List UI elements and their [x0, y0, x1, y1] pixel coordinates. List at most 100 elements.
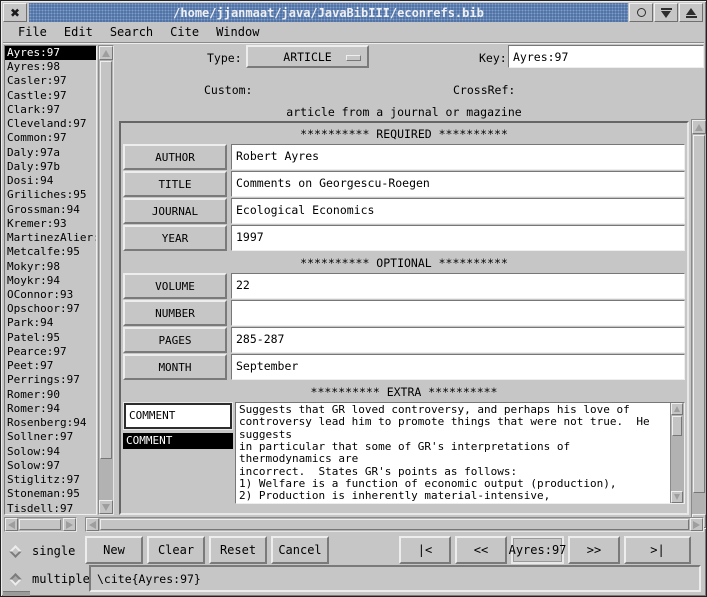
scroll-up-button[interactable]	[671, 403, 683, 415]
list-item[interactable]: Dosi:94	[5, 174, 96, 188]
field-value-input[interactable]: September	[231, 354, 685, 380]
scroll-right-button[interactable]	[690, 518, 703, 531]
list-item[interactable]: Opschoor:97	[5, 302, 96, 316]
list-item[interactable]: Tisdell:97	[5, 502, 96, 516]
scrollbar-thumb[interactable]	[672, 416, 682, 436]
field-value-input[interactable]: 285-287	[231, 327, 685, 353]
list-item[interactable]: Metcalfe:95	[5, 245, 96, 259]
scrollbar-thumb[interactable]	[100, 61, 112, 459]
cancel-button[interactable]: Cancel	[271, 536, 329, 564]
menu-item[interactable]: Cite	[168, 24, 201, 40]
new-button[interactable]: New	[85, 536, 143, 564]
list-item[interactable]: Mokyr:98	[5, 260, 96, 274]
minimize-button[interactable]	[654, 3, 678, 22]
extra-field-item[interactable]: COMMENT	[123, 433, 233, 449]
field-value-input[interactable]	[231, 300, 685, 326]
list-item[interactable]: Common:97	[5, 131, 96, 145]
scroll-left-button[interactable]	[86, 518, 99, 531]
comment-textarea[interactable]: Suggests that GR loved controversy, and …	[236, 403, 670, 503]
action-buttons: New Clear Reset Cancel	[85, 536, 329, 564]
field-label-button[interactable]: TITLE	[123, 171, 227, 197]
field-label-button[interactable]: YEAR	[123, 225, 227, 251]
scroll-up-button[interactable]	[99, 46, 113, 60]
reset-button[interactable]: Reset	[209, 536, 267, 564]
list-item[interactable]: Park:94	[5, 316, 96, 330]
list-item[interactable]: Stoneman:95	[5, 487, 96, 501]
scrollbar-thumb[interactable]	[693, 135, 705, 493]
comment-vscrollbar[interactable]	[670, 403, 684, 503]
scrollbar-thumb[interactable]	[100, 519, 689, 530]
list-item[interactable]: Sollner:97	[5, 430, 96, 444]
close-button[interactable]: ✖	[3, 3, 27, 22]
list-item[interactable]: Moykr:94	[5, 274, 96, 288]
reference-list-hscrollbar[interactable]	[4, 517, 77, 532]
left-arrow-icon	[89, 521, 96, 529]
field-value-input[interactable]: Ecological Economics	[231, 198, 685, 224]
field-label-button[interactable]: JOURNAL	[123, 198, 227, 224]
maximize-button[interactable]	[679, 3, 703, 22]
prev-entry-button[interactable]: <<	[455, 536, 507, 564]
list-item[interactable]: Griliches:95	[5, 188, 96, 202]
menu-item[interactable]: Search	[108, 24, 155, 40]
list-item[interactable]: Casler:97	[5, 74, 96, 88]
resize-handle[interactable]	[3, 591, 30, 596]
field-value-input[interactable]: 1997	[231, 225, 685, 251]
panel-vscrollbar[interactable]	[691, 119, 707, 529]
first-entry-button[interactable]: |<	[399, 536, 451, 564]
scroll-down-button[interactable]	[671, 491, 683, 503]
list-item[interactable]: Pearce:97	[5, 345, 96, 359]
list-item[interactable]: Daly:97a	[5, 146, 96, 160]
list-item[interactable]: Romer:94	[5, 402, 96, 416]
extra-field-name-input[interactable]: COMMENT	[124, 403, 232, 429]
field-value-input[interactable]: Comments on Georgescu-Roegen	[231, 171, 685, 197]
scroll-right-button[interactable]	[63, 518, 76, 531]
scroll-up-button[interactable]	[692, 120, 706, 134]
window-menu-button[interactable]	[629, 3, 653, 22]
list-item[interactable]: Stiglitz:97	[5, 473, 96, 487]
list-item[interactable]: Daly:97b	[5, 160, 96, 174]
field-label-button[interactable]: VOLUME	[123, 273, 227, 299]
list-item[interactable]: OConnor:93	[5, 288, 96, 302]
scrollbar-thumb[interactable]	[19, 519, 61, 530]
field-value-input[interactable]: Robert Ayres	[231, 144, 685, 170]
list-item[interactable]: Patel:95	[5, 331, 96, 345]
field-label-button[interactable]: MONTH	[123, 354, 227, 380]
field-label-button[interactable]: AUTHOR	[123, 144, 227, 170]
single-mode-radio[interactable]: single	[11, 544, 75, 558]
nav-current-entry[interactable]: Ayres:97	[511, 536, 564, 564]
list-item[interactable]: Grossman:94	[5, 203, 96, 217]
menu-item[interactable]: Window	[214, 24, 261, 40]
field-row: VOLUME 22	[123, 273, 685, 299]
field-label-button[interactable]: NUMBER	[123, 300, 227, 326]
list-item[interactable]: MartinezAlier:9	[5, 231, 96, 245]
key-input[interactable]: Ayres:97	[508, 45, 704, 68]
scroll-left-button[interactable]	[5, 518, 18, 531]
panel-hscrollbar[interactable]	[85, 517, 704, 532]
extra-field-list: COMMENT	[123, 433, 233, 449]
multiple-mode-radio[interactable]: multiple	[11, 572, 90, 586]
cite-command-input[interactable]: \cite{Ayres:97}	[89, 565, 701, 592]
type-dropdown[interactable]: ARTICLE	[246, 45, 369, 68]
scroll-down-button[interactable]	[99, 500, 113, 514]
list-item[interactable]: Romer:90	[5, 388, 96, 402]
titlebar-drag-area[interactable]: /home/jjanmaat/java/JavaBibIII/econrefs.…	[29, 3, 628, 22]
menu-item[interactable]: Edit	[62, 24, 95, 40]
list-item[interactable]: Ayres:97	[5, 46, 96, 60]
list-item[interactable]: Solow:94	[5, 445, 96, 459]
list-item[interactable]: Kremer:93	[5, 217, 96, 231]
clear-button[interactable]: Clear	[147, 536, 205, 564]
reference-list-vscrollbar[interactable]	[98, 45, 114, 515]
last-entry-button[interactable]: >|	[624, 536, 691, 564]
list-item[interactable]: Clark:97	[5, 103, 96, 117]
list-item[interactable]: Rosenberg:94	[5, 416, 96, 430]
list-item[interactable]: Solow:97	[5, 459, 96, 473]
menu-item[interactable]: File	[16, 24, 49, 40]
list-item[interactable]: Peet:97	[5, 359, 96, 373]
field-label-button[interactable]: PAGES	[123, 327, 227, 353]
list-item[interactable]: Ayres:98	[5, 60, 96, 74]
list-item[interactable]: Castle:97	[5, 89, 96, 103]
list-item[interactable]: Perrings:97	[5, 373, 96, 387]
next-entry-button[interactable]: >>	[568, 536, 620, 564]
field-value-input[interactable]: 22	[231, 273, 685, 299]
list-item[interactable]: Cleveland:97	[5, 117, 96, 131]
